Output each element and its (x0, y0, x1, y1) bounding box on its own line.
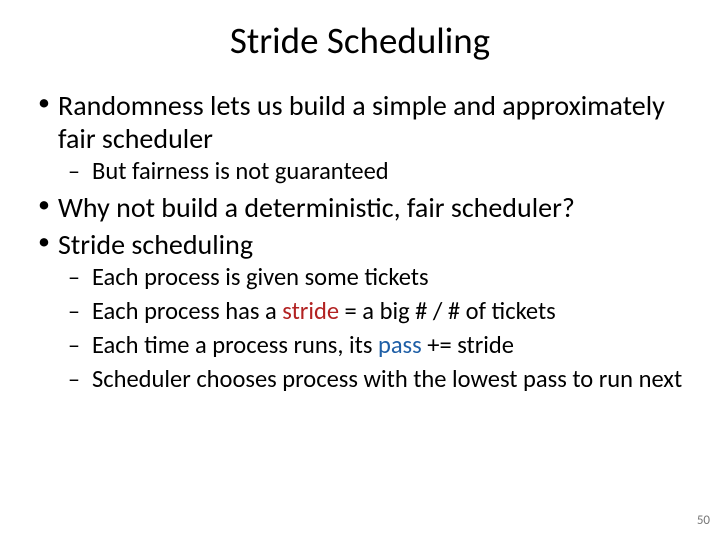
bullet-text: Randomness lets us build a simple and ap… (58, 88, 665, 156)
sub-bullet-text-pre: Each time a process runs, its (92, 330, 378, 360)
sub-bullet-text-pre: Each process has a (92, 296, 282, 326)
sub-bullet-text-post: = a big # / # of tickets (339, 296, 556, 326)
sub-bullet-lowest-pass: Scheduler chooses process with the lowes… (58, 365, 692, 395)
bullet-text: Why not build a deterministic, fair sche… (58, 190, 575, 225)
sub-bullet-text-post: += stride (422, 330, 514, 360)
sub-bullet-fairness: But fairness is not guaranteed (58, 157, 692, 187)
sub-bullet-list: Each process is given some tickets Each … (58, 263, 692, 395)
term-pass: pass (378, 330, 422, 360)
term-stride: stride (282, 296, 339, 326)
sub-bullet-tickets: Each process is given some tickets (58, 263, 692, 293)
sub-bullet-text: Scheduler chooses process with the lowes… (92, 364, 682, 394)
bullet-randomness: Randomness lets us build a simple and ap… (32, 89, 692, 187)
slide: Stride Scheduling Randomness lets us bui… (0, 18, 720, 558)
sub-bullet-text: But fairness is not guaranteed (92, 156, 389, 186)
bullet-list: Randomness lets us build a simple and ap… (32, 89, 692, 395)
sub-bullet-stride-def: Each process has a stride = a big # / # … (58, 297, 692, 327)
bullet-deterministic: Why not build a deterministic, fair sche… (32, 191, 692, 224)
page-number: 50 (697, 513, 710, 528)
slide-title: Stride Scheduling (0, 18, 720, 63)
sub-bullet-text: Each process is given some tickets (92, 262, 429, 292)
sub-bullet-list: But fairness is not guaranteed (58, 157, 692, 187)
slide-body: Randomness lets us build a simple and ap… (0, 89, 720, 395)
sub-bullet-pass-update: Each time a process runs, its pass += st… (58, 331, 692, 361)
bullet-stride-scheduling: Stride scheduling Each process is given … (32, 228, 692, 395)
bullet-text: Stride scheduling (58, 227, 253, 262)
